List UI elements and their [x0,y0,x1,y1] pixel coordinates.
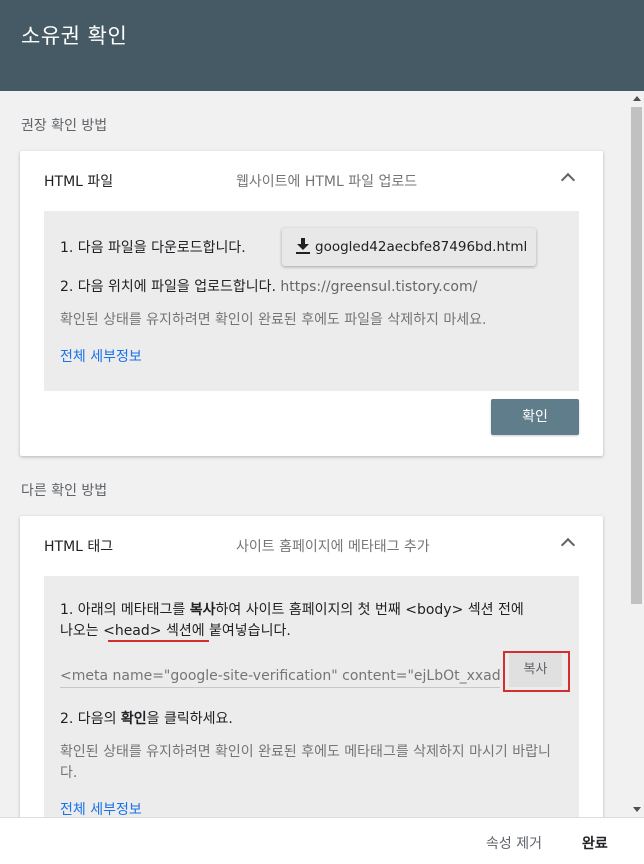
dialog-title: 소유권 확인 [21,24,128,48]
head-section-underline [108,640,209,642]
html-tag-card-header[interactable]: HTML 태그 사이트 홈페이지에 메타태그 추가 [20,516,603,574]
remove-property-button[interactable]: 속성 제거 [486,833,542,853]
html-file-instructions: 1. 다음 파일을 다운로드합니다. googled42aecbfe87496b… [44,211,579,391]
html-tag-card-title: HTML 태그 [44,539,114,555]
meta-step1-part-e: 나오는 <head> 섹션에 붙여넣습니다. [60,623,291,639]
html-tag-card-subtitle: 사이트 홈페이지에 메타태그 추가 [236,539,430,555]
meta-step1-copy-bold: 복사 [189,602,216,618]
chevron-up-icon[interactable] [560,172,576,188]
html-file-card: HTML 파일 웹사이트에 HTML 파일 업로드 1. 다음 파일을 다운로드… [20,151,603,456]
meta-tag-field[interactable]: <meta name="google-site-verification" co… [60,648,500,688]
upload-step-label: 2. 다음 위치에 파일을 업로드합니다. [60,279,276,295]
html-file-card-subtitle: 웹사이트에 HTML 파일 업로드 [236,174,418,190]
meta-step1-part-b: 메타태그를 [120,602,190,618]
done-button[interactable]: 완료 [582,833,608,853]
meta-step2-confirm-bold: 확인 [120,711,147,727]
meta-tag-value: <meta name="google-site-verification" co… [60,668,500,684]
meta-tag-hint: 확인된 상태를 유지하려면 확인이 완료된 후에도 메타태그를 삭제하지 마시기… [60,744,551,781]
scroll-down-arrow-icon[interactable] [633,807,641,812]
html-file-card-header[interactable]: HTML 파일 웹사이트에 HTML 파일 업로드 [20,151,603,209]
meta-step2-text: 2. 다음의 확인을 클릭하세요. [60,708,233,728]
html-file-hint: 확인된 상태를 유지하려면 확인이 완료된 후에도 파일을 삭제하지 마세요. [60,312,487,328]
meta-step2-part-a: 2. 다음의 [60,711,121,727]
html-file-card-title: HTML 파일 [44,174,114,190]
other-section-label: 다른 확인 방법 [21,483,108,499]
meta-tag-details-link[interactable]: 전체 세부정보 [60,799,142,817]
recommended-section-label: 권장 확인 방법 [21,118,108,134]
confirm-button[interactable]: 확인 [491,399,579,435]
html-tag-card: HTML 태그 사이트 홈페이지에 메타태그 추가 1. 아래의 메타태그를 복… [20,516,603,817]
html-tag-instructions: 1. 아래의 메타태그를 복사하여 사이트 홈페이지의 첫 번째 <body> … [44,576,579,817]
scrollbar-thumb[interactable] [631,107,642,604]
meta-step1-part-a: 1. 아래의 [60,602,121,618]
download-icon [296,238,310,254]
dialog-footer: 속성 제거 완료 [0,817,644,864]
upload-step-text: 2. 다음 위치에 파일을 업로드합니다. https://greensul.t… [60,276,477,296]
dialog-content[interactable]: 권장 확인 방법 HTML 파일 웹사이트에 HTML 파일 업로드 1. 다음… [0,91,629,817]
upload-url: https://greensul.tistory.com/ [280,279,478,295]
meta-step2-part-c: 을 클릭하세요. [146,711,233,727]
meta-step1-part-d: 하여 사이트 홈페이지의 첫 번째 <body> 섹션 전에 [215,602,524,618]
download-step-text: 1. 다음 파일을 다운로드합니다. [60,240,246,256]
copy-highlight-box [503,651,570,692]
download-file-name: googled42aecbfe87496bd.html [315,239,528,255]
download-file-button[interactable]: googled42aecbfe87496bd.html [282,228,536,266]
scroll-up-arrow-icon[interactable] [633,96,641,101]
chevron-up-icon[interactable] [560,537,576,553]
meta-step1-text: 1. 아래의 메타태그를 복사하여 사이트 홈페이지의 첫 번째 <body> … [60,600,524,642]
vertical-scrollbar[interactable] [629,91,644,817]
dialog-header: 소유권 확인 [0,0,644,91]
html-file-details-link[interactable]: 전체 세부정보 [60,346,142,366]
